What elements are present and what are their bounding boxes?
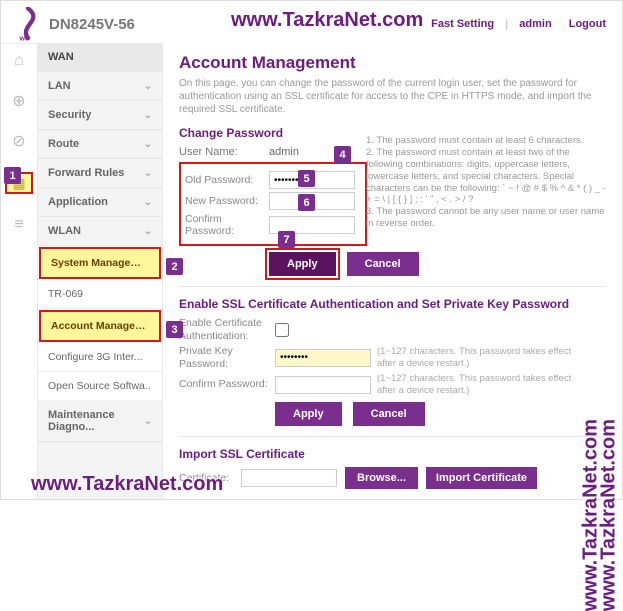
icon-rail: ⌂ ⊕ ⊘ ▦ ≡ xyxy=(1,43,37,499)
annotation-2: 2 xyxy=(166,258,183,275)
chevron-down-icon: ⌄ xyxy=(144,416,152,427)
sidebar-item-3g[interactable]: Configure 3G Inter... xyxy=(38,343,162,372)
watermark-right2: www.TazkraNet.com xyxy=(579,419,602,611)
user-name-label: User Name: xyxy=(179,146,269,158)
fast-setting-link[interactable]: Fast Setting xyxy=(431,18,494,30)
header-links: Fast Setting | admin Logout xyxy=(427,18,610,30)
cancel-button[interactable]: Cancel xyxy=(347,252,419,276)
cat-wan[interactable]: WAN xyxy=(38,43,162,72)
svg-text:we: we xyxy=(19,34,30,41)
confirm-password2-label: Confirm Password: xyxy=(179,378,275,391)
globe-icon[interactable]: ⊘ xyxy=(10,132,28,150)
sidebar-item-oss[interactable]: Open Source Softwa.. xyxy=(38,372,162,401)
cat-lan[interactable]: LAN⌄ xyxy=(38,72,162,101)
chevron-down-icon: ⌄ xyxy=(144,81,152,92)
page-desc: On this page, you can change the passwor… xyxy=(179,77,606,116)
confirm-password2-hint: (1~127 characters. This password takes e… xyxy=(377,373,577,396)
annotation-4: 4 xyxy=(334,146,351,163)
certificate-input[interactable] xyxy=(241,469,337,487)
confirm-password-label: Confirm Password: xyxy=(185,213,269,237)
enable-cert-label: Enable Certificate Authentication: xyxy=(179,317,275,342)
cat-maint[interactable]: Maintenance Diagno...⌄ xyxy=(38,401,162,442)
sidebar-item-system-management[interactable]: System Management xyxy=(39,247,161,279)
logout-link[interactable]: Logout xyxy=(569,18,606,30)
wifi-icon[interactable]: ⊕ xyxy=(10,92,28,110)
confirm-password2-input[interactable] xyxy=(275,376,371,394)
sidebar-item-tr069[interactable]: TR-069 xyxy=(38,280,162,309)
new-password-label: New Password: xyxy=(185,195,269,207)
annotation-1: 1 xyxy=(4,167,21,184)
chevron-down-icon: ⌄ xyxy=(144,110,152,121)
cat-security[interactable]: Security⌄ xyxy=(38,101,162,130)
page-title: Account Management xyxy=(179,53,606,73)
section-ssl: Enable SSL Certificate Authentication an… xyxy=(179,297,606,311)
annotation-5: 5 xyxy=(298,170,315,187)
annotation-6: 6 xyxy=(298,194,315,211)
home-icon[interactable]: ⌂ xyxy=(10,52,28,70)
annotation-7: 7 xyxy=(278,231,295,248)
main-content: Account Management On this page, you can… xyxy=(163,43,622,499)
cat-route[interactable]: Route⌄ xyxy=(38,130,162,159)
ssl-cancel-button[interactable]: Cancel xyxy=(353,402,425,426)
private-key-input[interactable] xyxy=(275,349,371,367)
chevron-down-icon: ⌄ xyxy=(144,168,152,179)
watermark-bottom: www.TazkraNet.com xyxy=(31,473,223,496)
cat-forward[interactable]: Forward Rules⌄ xyxy=(38,159,162,188)
we-logo-icon: we xyxy=(13,7,43,41)
password-rules: 1. The password must contain at least 6 … xyxy=(366,135,606,230)
private-key-hint: (1~127 characters. This password takes e… xyxy=(377,346,577,369)
apply-button[interactable]: Apply xyxy=(269,252,336,276)
user-name-value: admin xyxy=(269,146,299,158)
cat-application[interactable]: Application⌄ xyxy=(38,188,162,217)
chevron-down-icon: ⌄ xyxy=(144,226,152,237)
watermark-top: www.TazkraNet.com xyxy=(231,9,423,32)
annotation-3: 3 xyxy=(166,321,183,338)
chevron-down-icon: ⌄ xyxy=(144,139,152,150)
section-import-ssl: Import SSL Certificate xyxy=(179,447,606,461)
private-key-label: Private Key Password: xyxy=(179,345,275,370)
tools-icon[interactable]: ≡ xyxy=(10,216,28,234)
admin-link[interactable]: admin xyxy=(519,18,551,30)
sidebar-item-account-management[interactable]: Account Management xyxy=(39,310,161,342)
enable-cert-checkbox[interactable] xyxy=(275,323,289,337)
password-form-box: Old Password: New Password: Confirm Pass… xyxy=(179,162,367,246)
old-password-label: Old Password: xyxy=(185,174,269,186)
browse-button[interactable]: Browse... xyxy=(345,467,418,489)
ssl-apply-button[interactable]: Apply xyxy=(275,402,342,426)
import-certificate-button[interactable]: Import Certificate xyxy=(426,467,537,489)
chevron-down-icon: ⌄ xyxy=(144,197,152,208)
sidebar: WAN LAN⌄ Security⌄ Route⌄ Forward Rules⌄… xyxy=(37,43,163,499)
model-label: DN8245V-56 xyxy=(49,16,135,33)
cat-wlan[interactable]: WLAN⌄ xyxy=(38,217,162,246)
